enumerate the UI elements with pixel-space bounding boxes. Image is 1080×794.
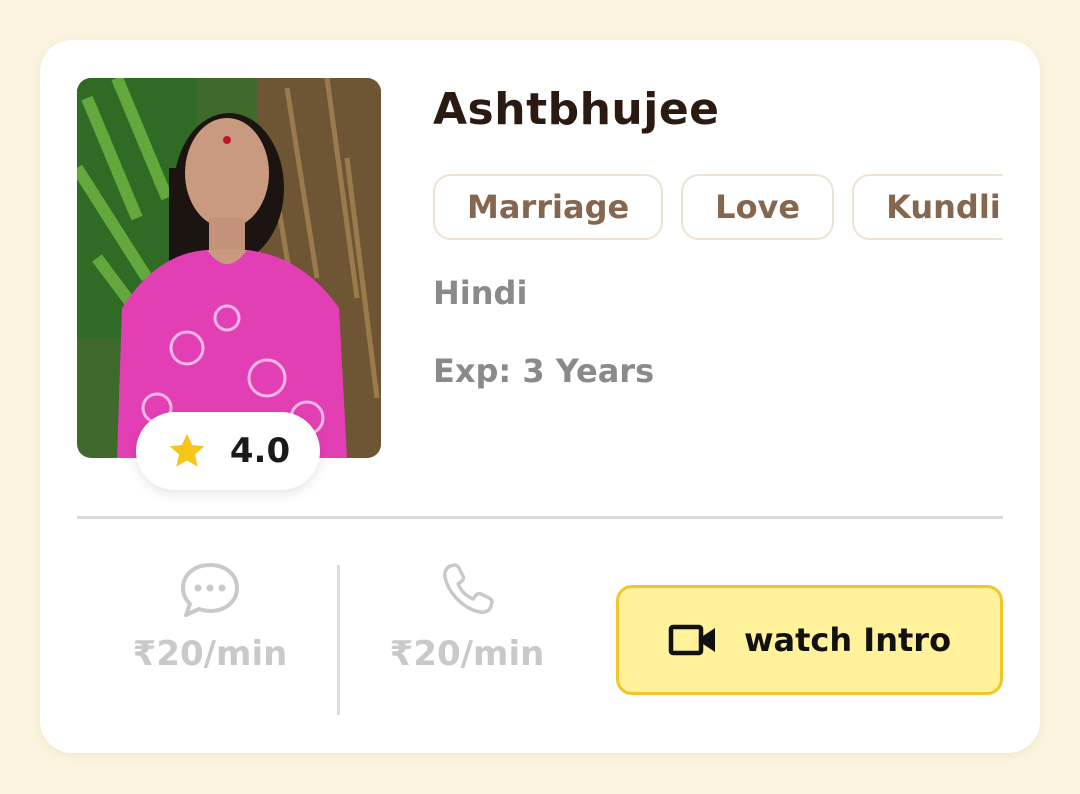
rating-badge: 4.0	[136, 412, 320, 490]
watch-intro-button[interactable]: watch Intro	[616, 585, 1003, 695]
star-icon	[169, 433, 205, 467]
call-price: ₹20/min	[389, 634, 545, 674]
chat-bubble-icon	[181, 563, 239, 617]
watch-intro-label: watch Intro	[743, 621, 952, 659]
phone-icon	[443, 563, 494, 614]
experience-text: Exp: 3 Years	[433, 352, 655, 390]
profile-photo	[77, 78, 381, 458]
chat-price: ₹20/min	[132, 634, 288, 674]
language-text: Hindi	[433, 274, 528, 312]
video-camera-icon	[668, 624, 715, 656]
chat-price-option[interactable]: ₹20/min	[100, 560, 320, 674]
tag-marriage[interactable]: Marriage	[433, 174, 664, 240]
section-divider	[77, 516, 1003, 519]
rating-value: 4.0	[229, 431, 291, 471]
tag-kundli[interactable]: Kundli	[852, 174, 1003, 240]
astrologer-card[interactable]: 4.0 Ashtbhujee Marriage Love Kundli Hindi …	[40, 40, 1040, 753]
astrologer-name: Ashtbhujee	[433, 84, 720, 135]
specialty-tags: Marriage Love Kundli	[433, 174, 1003, 242]
call-price-option[interactable]: ₹20/min	[357, 560, 577, 674]
vertical-divider	[337, 565, 340, 715]
tag-love[interactable]: Love	[681, 174, 835, 240]
